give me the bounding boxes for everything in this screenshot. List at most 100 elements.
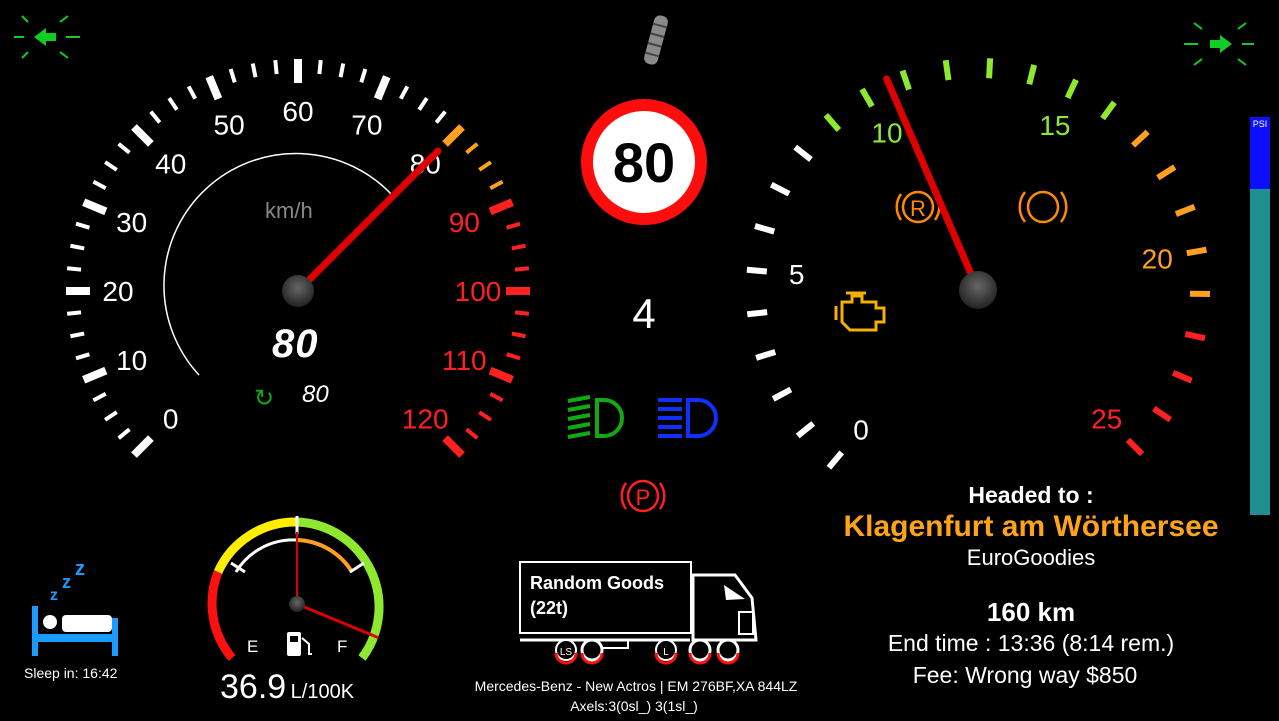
speedometer-needle bbox=[294, 147, 442, 295]
fuel-consumption-value: 36.9 bbox=[220, 668, 287, 706]
speedometer-tick bbox=[338, 63, 346, 78]
speedometer-tick bbox=[434, 110, 447, 124]
speedometer-tick bbox=[66, 266, 82, 272]
tachometer-tick bbox=[826, 450, 845, 470]
tachometer-tick-label: 5 bbox=[789, 259, 805, 290]
tachometer-tick bbox=[746, 309, 768, 318]
speedometer-tick bbox=[75, 352, 90, 361]
speedometer-tick bbox=[103, 410, 118, 422]
speedometer-tick bbox=[511, 331, 526, 339]
speedometer-tick-label: 30 bbox=[116, 207, 147, 238]
brake-warning-icon bbox=[1018, 190, 1068, 224]
tachometer-hub bbox=[959, 271, 997, 309]
speedometer-tick bbox=[228, 68, 237, 83]
speedometer-tick bbox=[117, 142, 131, 155]
speedometer-tick bbox=[167, 96, 179, 111]
remaining-distance: 160 km bbox=[986, 597, 1076, 627]
speedometer-tick bbox=[478, 410, 493, 422]
tachometer-tick-label: 15 bbox=[1039, 110, 1070, 141]
truck-axle-3 bbox=[716, 638, 740, 662]
tachometer-tick bbox=[1171, 370, 1193, 384]
svg-text:z: z bbox=[62, 572, 71, 592]
speedometer-tick bbox=[131, 124, 154, 147]
tachometer-tick bbox=[1064, 78, 1079, 100]
speedometer-tick-label: 0 bbox=[163, 403, 179, 434]
tachometer-tick-label: 20 bbox=[1142, 243, 1173, 274]
speedometer-tick-label: 120 bbox=[402, 403, 449, 434]
fuel-pump-icon bbox=[287, 632, 312, 656]
end-time: End time : 13:36 (8:14 rem.) bbox=[887, 630, 1175, 656]
tachometer-tick bbox=[899, 69, 912, 91]
fuel-consumption: 36.9 L/100K bbox=[220, 668, 354, 707]
speedometer-tick bbox=[506, 352, 521, 361]
svg-text:z: z bbox=[75, 558, 85, 580]
tire-icon bbox=[644, 15, 668, 65]
svg-text:L: L bbox=[663, 647, 669, 658]
speedometer-tick-label: 60 bbox=[282, 96, 313, 127]
speedometer-tick bbox=[511, 243, 526, 251]
speedometer-tick-label: 110 bbox=[442, 345, 487, 376]
speedometer-tick bbox=[75, 221, 90, 230]
speedometer-tick bbox=[70, 331, 85, 339]
speedometer-unit: km/h bbox=[265, 198, 313, 223]
trailer-axle-2 bbox=[580, 638, 604, 662]
tachometer-tick bbox=[1131, 129, 1150, 148]
tachometer-tick bbox=[942, 59, 952, 81]
speedometer-tick-label: 90 bbox=[449, 207, 480, 238]
speedometer-tick bbox=[117, 427, 131, 440]
speedometer-tick bbox=[82, 198, 108, 216]
speed-limit-sign: 80 bbox=[581, 99, 707, 225]
sleep-icon: z z z bbox=[32, 558, 118, 656]
speedometer-tick bbox=[489, 392, 504, 403]
speedometer-tick bbox=[359, 68, 368, 83]
cruise-control-icon: ↻ bbox=[254, 385, 275, 412]
speedometer-tick bbox=[465, 427, 479, 440]
speedometer: 0 10 20 30 40 50 60 70 80 90 100 110 120 bbox=[66, 59, 530, 458]
fuel-gauge bbox=[207, 516, 384, 661]
svg-text:z: z bbox=[50, 587, 58, 604]
speedometer-tick bbox=[489, 179, 504, 190]
speedometer-tick bbox=[399, 85, 410, 100]
speed-limit-value: 80 bbox=[613, 131, 675, 194]
speedometer-tick-label: 10 bbox=[116, 345, 147, 376]
tachometer-tick bbox=[1174, 204, 1196, 217]
fuel-level-needle bbox=[296, 602, 379, 640]
fee-info: Fee: Wrong way $850 bbox=[912, 662, 1138, 688]
retarder-icon: R bbox=[895, 190, 941, 224]
right-turn-signal-icon bbox=[1184, 22, 1254, 66]
speedometer-tick bbox=[442, 435, 465, 458]
tachometer-tick bbox=[795, 421, 816, 439]
speedometer-tick-label: 70 bbox=[351, 110, 382, 141]
truck-info: Mercedes-Benz - New Actros | EM 276BF,XA… bbox=[474, 678, 798, 694]
speedometer-tick bbox=[250, 63, 258, 78]
speedometer-tick bbox=[103, 160, 118, 172]
fuel-consumption-unit: L/100K bbox=[290, 681, 355, 703]
air-pressure-bar: PSI bbox=[1250, 117, 1270, 515]
speedometer-tick bbox=[70, 243, 85, 251]
tachometer-tick bbox=[755, 349, 777, 361]
check-engine-icon bbox=[834, 291, 886, 332]
cargo-weight: (22t) bbox=[530, 598, 569, 618]
speedometer-tick bbox=[514, 310, 530, 316]
tachometer-tick bbox=[793, 144, 813, 162]
speedometer-tick bbox=[506, 221, 521, 230]
speedometer-tick bbox=[488, 198, 514, 216]
tachometer-tick bbox=[986, 58, 994, 79]
tachometer-tick bbox=[1152, 406, 1173, 423]
speedometer-tick-label: 50 bbox=[214, 110, 245, 141]
destination-company: EuroGoodies bbox=[966, 545, 1096, 570]
tachometer-tick bbox=[754, 223, 776, 235]
speedometer-tick bbox=[186, 85, 197, 100]
speedometer-hub bbox=[282, 275, 314, 307]
speedometer-tick bbox=[131, 435, 154, 458]
tachometer: 0 5 10 15 20 25 R bbox=[746, 58, 1211, 470]
speedometer-tick bbox=[66, 310, 82, 316]
destination-city: Klagenfurt am Wörthersee bbox=[843, 510, 1219, 543]
speedometer-tick bbox=[92, 392, 107, 403]
tachometer-tick bbox=[1125, 437, 1145, 457]
speedometer-tick bbox=[514, 266, 530, 272]
cargo-name: Random Goods bbox=[530, 573, 664, 593]
speedometer-tick bbox=[317, 59, 323, 75]
fuel-full-label: F bbox=[337, 637, 348, 656]
svg-text:P: P bbox=[636, 485, 651, 510]
